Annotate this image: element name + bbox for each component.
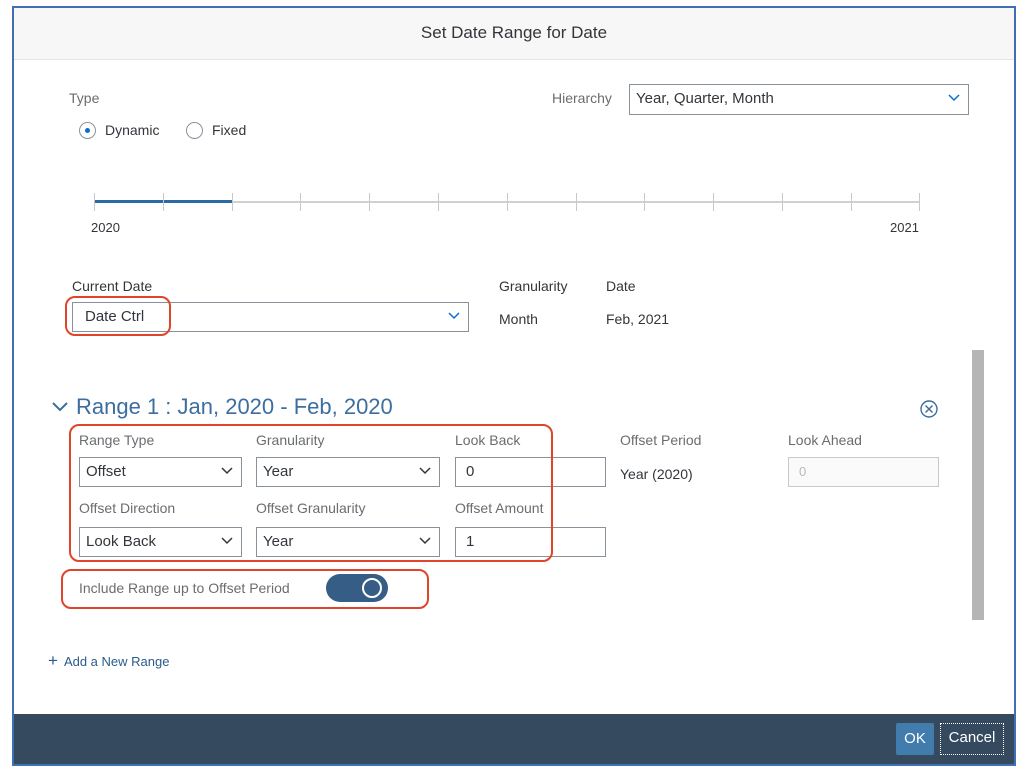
radio-dynamic-label[interactable]: Dynamic [105, 122, 159, 138]
timeline-tick [644, 193, 645, 211]
type-label: Type [69, 90, 100, 106]
highlight-current-date [65, 296, 171, 336]
timeline-tick [94, 193, 95, 211]
granularity-info-value: Month [499, 311, 538, 327]
granularity-info-label: Granularity [499, 278, 568, 294]
timeline-tick [163, 193, 164, 211]
range-title: Range 1 : Jan, 2020 - Feb, 2020 [76, 394, 393, 419]
timeline-tick [232, 193, 233, 211]
hierarchy-label: Hierarchy [552, 90, 612, 106]
timeline-tick [713, 193, 714, 211]
dialog-title: Set Date Range for Date [14, 8, 1014, 60]
set-date-range-dialog: Set Date Range for Date Type Dynamic Fix… [12, 6, 1016, 766]
hierarchy-select[interactable]: Year, Quarter, Month [629, 84, 969, 115]
scrollbar[interactable] [972, 350, 984, 620]
timeline-tick [300, 193, 301, 211]
current-date-label: Current Date [72, 278, 153, 294]
offset-period-value: Year (2020) [620, 466, 693, 482]
highlight-range-fields [69, 424, 553, 562]
radio-dynamic[interactable] [79, 122, 96, 139]
timeline-end-label: 2021 [890, 220, 919, 235]
ok-button[interactable]: OK [896, 723, 934, 755]
radio-fixed[interactable] [186, 122, 203, 139]
look-ahead-input: 0 [788, 457, 939, 487]
highlight-include-range [61, 569, 429, 609]
timeline-tick [919, 193, 920, 211]
dialog-footer: OK Cancel [14, 714, 1014, 764]
date-info-value: Feb, 2021 [606, 311, 670, 327]
plus-icon: + [48, 651, 58, 670]
add-range-label: Add a New Range [63, 654, 170, 669]
timeline-tick [782, 193, 783, 211]
radio-fixed-label[interactable]: Fixed [212, 122, 246, 138]
remove-range-icon[interactable] [920, 400, 938, 418]
timeline-tick [507, 193, 508, 211]
timeline-start-label: 2020 [91, 220, 120, 235]
collapse-chevron-icon[interactable] [52, 401, 68, 413]
chevron-down-icon [948, 94, 960, 102]
offset-period-label: Offset Period [620, 432, 702, 448]
date-info-label: Date [606, 278, 636, 294]
hierarchy-value: Year, Quarter, Month [636, 90, 774, 107]
timeline-tick [438, 193, 439, 211]
timeline-tick [576, 193, 577, 211]
chevron-down-icon [448, 312, 460, 320]
add-new-range-link[interactable]: + Add a New Range [48, 651, 169, 671]
timeline-tick [369, 193, 370, 211]
timeline-tick [851, 193, 852, 211]
cancel-button[interactable]: Cancel [940, 723, 1004, 755]
look-ahead-label: Look Ahead [788, 432, 862, 448]
